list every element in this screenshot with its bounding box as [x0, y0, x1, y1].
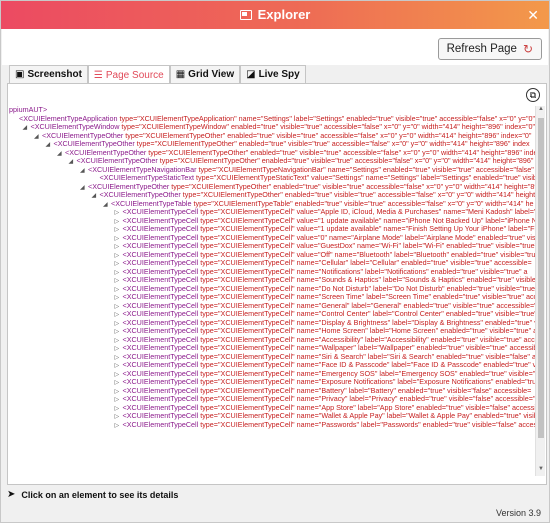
tab-icon: ◪	[246, 69, 256, 80]
tab-icon: ▦	[175, 69, 186, 80]
close-icon[interactable]: ✕	[527, 7, 539, 24]
xml-attributes: type="XCUIElementTypeCell" name="Passwor…	[198, 419, 535, 429]
copy-icon[interactable]: ⧉	[526, 88, 540, 102]
cursor-icon: ➤	[7, 489, 16, 500]
status-bar: ➤ Click on an element to see its details	[7, 489, 178, 500]
scroll-down-icon[interactable]: ▼	[536, 466, 546, 476]
tab-live-spy[interactable]: ◪ Live Spy	[240, 65, 306, 83]
xml-node-row[interactable]: ▷ <XCUIElementTypeCell type="XCUIElementT…	[9, 419, 536, 431]
xml-tag: <XCUIElementTypeCell	[122, 419, 199, 429]
tab-label: Live Spy	[258, 69, 300, 80]
vertical-scrollbar[interactable]: ▲ ▼	[535, 106, 545, 476]
refresh-icon: ↻	[522, 42, 533, 56]
expand-toggle-icon[interactable]: ▷	[115, 422, 123, 431]
scrollbar-thumb[interactable]	[538, 118, 544, 438]
page-source-panel: ⧉ ppiumAUT> <XCUIElementTypeApplication …	[7, 83, 547, 485]
explorer-window: Explorer ✕ Refresh Page ↻ ▣ Screenshot ☰ Pa…	[0, 0, 550, 523]
title-bar: Explorer ✕	[1, 1, 549, 29]
tab-page-source[interactable]: ☰ Page Source	[87, 65, 170, 84]
tab-label: Grid View	[188, 69, 235, 80]
tab-label: Page Source	[105, 69, 164, 81]
window-title-text: Explorer	[257, 7, 311, 22]
explorer-icon	[239, 10, 252, 20]
refresh-page-button[interactable]: Refresh Page ↻	[437, 38, 542, 60]
tab-label: Screenshot	[27, 69, 82, 80]
version-label: Version 3.9	[495, 508, 541, 518]
status-text: Click on an element to see its details	[21, 489, 179, 500]
tab-strip: ▣ Screenshot ☰ Page Source ▦ Grid View ◪ Live S…	[9, 65, 306, 84]
window-title: Explorer	[1, 7, 549, 22]
tab-icon: ☰	[93, 69, 103, 81]
scroll-up-icon[interactable]: ▲	[536, 106, 546, 116]
tab-screenshot[interactable]: ▣ Screenshot	[9, 65, 88, 83]
toolbar: Refresh Page ↻	[2, 29, 548, 65]
tab-grid-view[interactable]: ▦ Grid View	[169, 65, 241, 83]
tab-icon: ▣	[15, 69, 25, 80]
xml-tree: ppiumAUT> <XCUIElementTypeApplication ty…	[9, 106, 535, 481]
refresh-page-label: Refresh Page	[446, 43, 517, 55]
